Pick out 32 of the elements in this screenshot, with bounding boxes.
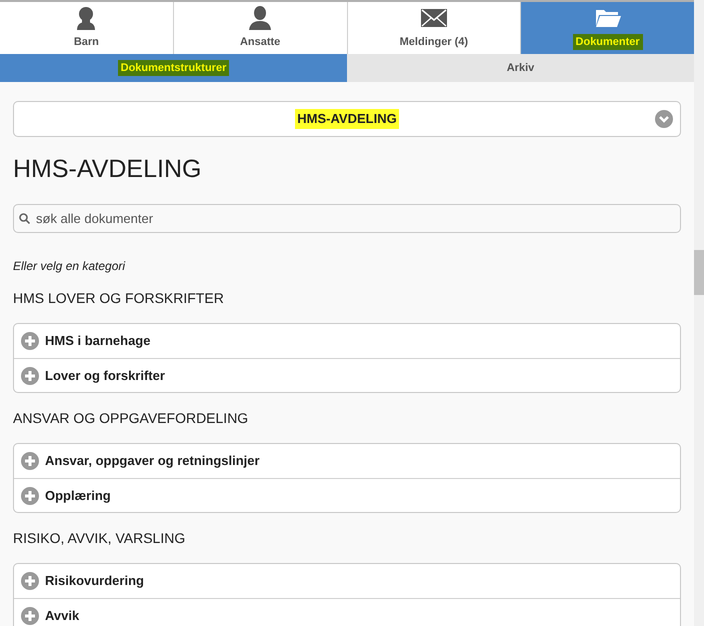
- nav-tab[interactable]: Barn: [0, 2, 174, 54]
- plus-circle-icon: [21, 366, 39, 384]
- plus-circle-icon: [21, 332, 39, 350]
- plus-circle-icon: [21, 572, 39, 590]
- category-item[interactable]: HMS i barnehage: [14, 324, 680, 358]
- child-icon: [76, 6, 96, 30]
- person-icon: [249, 6, 272, 30]
- envelope-icon: [420, 8, 447, 27]
- section-title: HMS LOVER OG FORSKRIFTER: [13, 289, 225, 307]
- section-title: ANSVAR OG OPPGAVEFORDELING: [13, 409, 250, 427]
- category-item[interactable]: Lover og forskrifter: [14, 358, 680, 392]
- category-item[interactable]: Avvik: [14, 598, 680, 626]
- search-icon: [19, 213, 30, 224]
- department-dropdown[interactable]: HMS-AVDELING: [13, 101, 681, 137]
- nav-tab[interactable]: Ansatte: [174, 2, 348, 54]
- plus-circle-icon: [21, 452, 39, 470]
- scrollbar-thumb[interactable]: [694, 250, 704, 295]
- nav-tab[interactable]: Dokumenter: [521, 2, 694, 54]
- category-item[interactable]: Ansvar, oppgaver og retningslinjer: [14, 444, 680, 478]
- sub-tab[interactable]: Arkiv: [347, 54, 694, 82]
- category-item[interactable]: Opplæring: [14, 478, 680, 512]
- search-field[interactable]: søk alle dokumenter: [13, 204, 681, 233]
- folder-icon: [594, 8, 621, 28]
- plus-circle-icon: [21, 486, 39, 504]
- nav-tab[interactable]: Meldinger (4): [348, 2, 522, 54]
- sub-tab[interactable]: Dokumentstrukturer: [0, 54, 347, 82]
- category-item[interactable]: Risikovurdering: [14, 564, 680, 598]
- chevron-down-icon: [655, 110, 673, 128]
- page-heading: HMS-AVDELING: [13, 154, 202, 185]
- category-hint: Eller velg en kategori: [13, 258, 126, 275]
- section-title: RISIKO, AVVIK, VARSLING: [13, 529, 186, 547]
- scrollbar[interactable]: [694, 0, 704, 626]
